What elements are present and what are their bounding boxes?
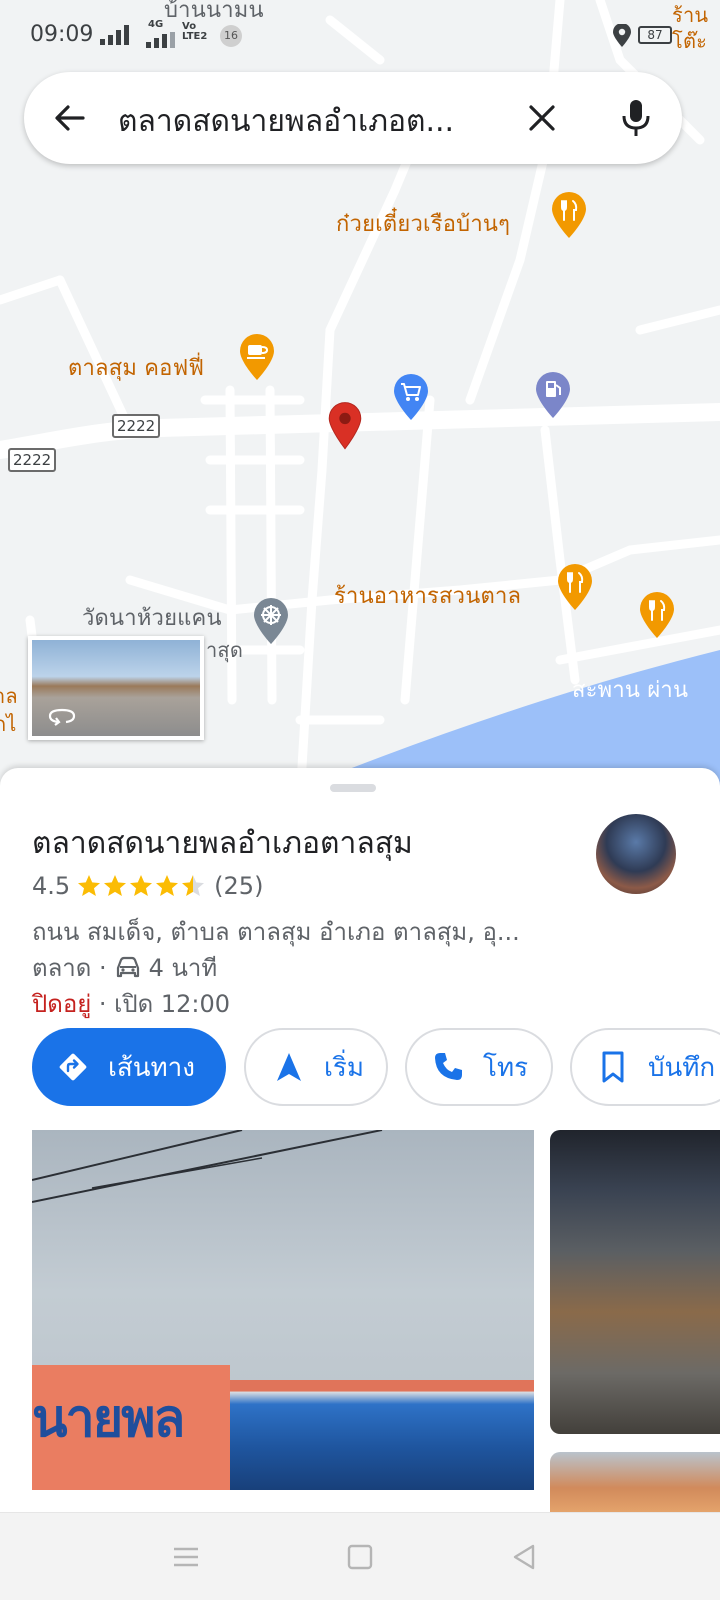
save-button[interactable]: บันทึก — [570, 1028, 720, 1106]
rotate-360-icon — [48, 708, 76, 726]
map-label-partial: าสุด — [206, 638, 244, 662]
system-navigation-bar — [0, 1512, 720, 1600]
star-icon — [104, 875, 127, 896]
save-label: บันทึก — [648, 1052, 716, 1083]
map-label-noodle-restaurant[interactable]: ก๋วยเตี๋ยวเรือบ้านๆ — [336, 206, 510, 241]
directions-button[interactable]: เส้นทาง — [32, 1028, 226, 1106]
hours-detail: · เปิด 12:00 — [91, 990, 230, 1018]
cafe-pin-icon[interactable] — [238, 334, 276, 382]
back-arrow-icon[interactable] — [52, 100, 88, 136]
status-time: 09:09 — [30, 22, 94, 47]
map-label-temple[interactable]: วัดนาห้วยแคน — [82, 600, 222, 635]
map-label-edge-left: าล กไ — [0, 684, 18, 736]
shopping-cart-pin-icon[interactable] — [392, 374, 430, 422]
star-icon — [78, 875, 101, 896]
directions-icon — [59, 1053, 87, 1081]
clear-icon[interactable] — [524, 100, 560, 136]
rating-row[interactable]: 4.5 (25) — [32, 872, 263, 900]
drag-handle[interactable] — [330, 784, 376, 792]
place-details-sheet[interactable]: ตลาดสดนายพลอำเภอตาลสุม 4.5 (25) ถนน สมเด… — [0, 768, 720, 1600]
status-bar: 09:09 4G Vo LTE2 16 87 — [0, 0, 720, 70]
star-icon — [182, 875, 205, 896]
restaurant-pin-icon[interactable] — [550, 192, 588, 240]
back-icon[interactable] — [506, 1539, 542, 1575]
place-photo-avatar[interactable] — [596, 814, 676, 894]
hours-row[interactable]: ปิดอยู่ · เปิด 12:00 — [32, 984, 230, 1023]
start-navigation-button[interactable]: เริ่ม — [244, 1028, 388, 1106]
phone-icon — [435, 1053, 462, 1080]
drive-time: 4 นาที — [148, 954, 218, 982]
temple-pin-icon[interactable] — [252, 598, 290, 646]
star-rating — [76, 873, 206, 899]
star-icon — [130, 875, 153, 896]
map-label-cafe[interactable]: ตาลสุม คอฟฟี่ — [68, 350, 204, 385]
route-shield: 2222 — [112, 414, 161, 438]
signal-strength-2-icon — [146, 32, 175, 48]
bookmark-icon — [602, 1051, 624, 1083]
place-photo-tertiary[interactable] — [550, 1452, 720, 1512]
search-input[interactable]: ตลาดสดนายพลอำเภอต... — [118, 98, 518, 145]
start-label: เริ่ม — [324, 1052, 364, 1083]
menu-icon[interactable] — [168, 1539, 204, 1575]
search-bar[interactable]: ตลาดสดนายพลอำเภอต... — [24, 72, 682, 164]
navigation-arrow-icon — [277, 1053, 301, 1081]
directions-label: เส้นทาง — [108, 1052, 195, 1083]
car-icon — [116, 956, 139, 977]
restaurant-pin-icon[interactable] — [638, 592, 676, 640]
call-button[interactable]: โทร — [405, 1028, 553, 1106]
restaurant-pin-icon[interactable] — [556, 564, 594, 612]
place-category: ตลาด · — [32, 954, 107, 982]
place-title: ตลาดสดนายพลอำเภอตาลสุม — [32, 826, 413, 861]
rating-value: 4.5 — [32, 872, 71, 900]
selected-place-pin-icon[interactable] — [326, 402, 380, 478]
map-label-bridge: สะพาน ผ่าน — [572, 678, 689, 703]
category-row: ตลาด · 4 นาที — [32, 948, 217, 987]
notification-count-badge: 16 — [220, 25, 242, 47]
place-photo-main[interactable]: นายพล — [32, 1130, 534, 1490]
location-icon — [613, 24, 631, 47]
gas-station-pin-icon[interactable] — [534, 372, 572, 420]
market-sign-text: นายพล — [32, 1389, 185, 1449]
network-type-label: 4G — [148, 19, 164, 30]
review-count: (25) — [214, 872, 264, 900]
volte-label: Vo LTE2 — [182, 21, 208, 42]
call-label: โทร — [483, 1052, 529, 1083]
market-roof — [230, 1380, 534, 1490]
map-label-garden-restaurant[interactable]: ร้านอาหารสวนตาล — [334, 578, 521, 613]
star-icon — [156, 875, 179, 896]
battery-icon: 87 — [638, 26, 672, 44]
street-view-thumbnail[interactable] — [28, 636, 204, 740]
place-photo-secondary[interactable] — [550, 1130, 720, 1434]
signal-strength-icon — [100, 25, 129, 45]
route-shield: 2222 — [8, 448, 57, 472]
microphone-icon[interactable] — [618, 98, 654, 138]
home-icon[interactable] — [342, 1539, 378, 1575]
hours-status: ปิดอยู่ — [32, 990, 92, 1018]
place-address: ถนน สมเด็จ, ตำบล ตาลสุม อำเภอ ตาลสุม, อุ… — [32, 918, 520, 946]
